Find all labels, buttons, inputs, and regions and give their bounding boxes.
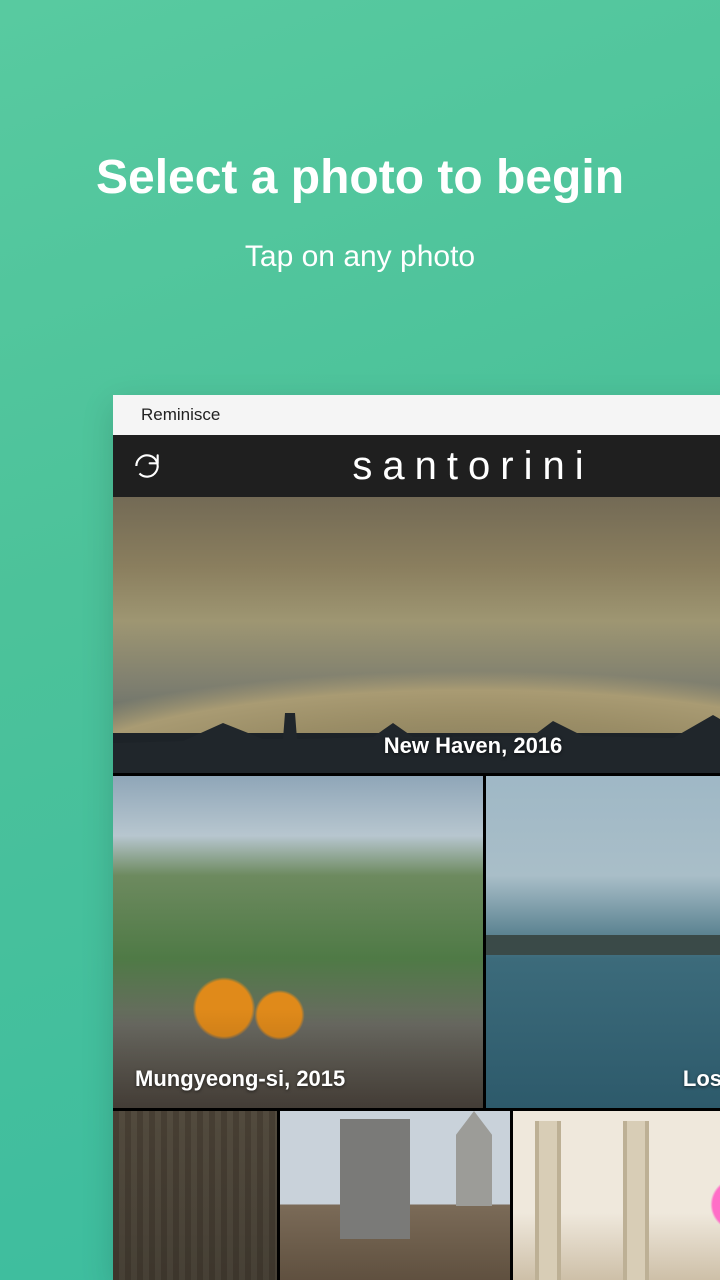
app-toolbar: santorini xyxy=(113,435,720,497)
window-title: Reminisce xyxy=(141,405,220,425)
grid-row xyxy=(113,1111,720,1280)
promo-headline: Select a photo to begin xyxy=(0,150,720,205)
photo-caption: Mungyeong-si, 2015 xyxy=(135,1066,345,1092)
app-window: Reminisce santorini New Haven, 2016 Mung… xyxy=(113,395,720,1280)
photo-tile[interactable]: New Haven, 2016 xyxy=(113,497,720,773)
window-titlebar: Reminisce xyxy=(113,395,720,435)
photo-caption: New Haven, 2016 xyxy=(384,733,563,759)
photo-caption: Los Angeles, xyxy=(683,1066,720,1092)
photo-tile[interactable]: Los Angeles, xyxy=(486,776,720,1108)
toolbar-title: santorini xyxy=(113,444,720,489)
photo-tile[interactable] xyxy=(513,1111,720,1280)
promo-subhead: Tap on any photo xyxy=(0,240,720,274)
photo-tile[interactable] xyxy=(113,1111,277,1280)
refresh-icon[interactable] xyxy=(131,450,163,482)
photo-tile[interactable] xyxy=(280,1111,510,1280)
photo-tile[interactable]: Mungyeong-si, 2015 xyxy=(113,776,483,1108)
photo-grid: New Haven, 2016 Mungyeong-si, 2015 Los A… xyxy=(113,497,720,1280)
grid-row: Mungyeong-si, 2015 Los Angeles, xyxy=(113,776,720,1108)
